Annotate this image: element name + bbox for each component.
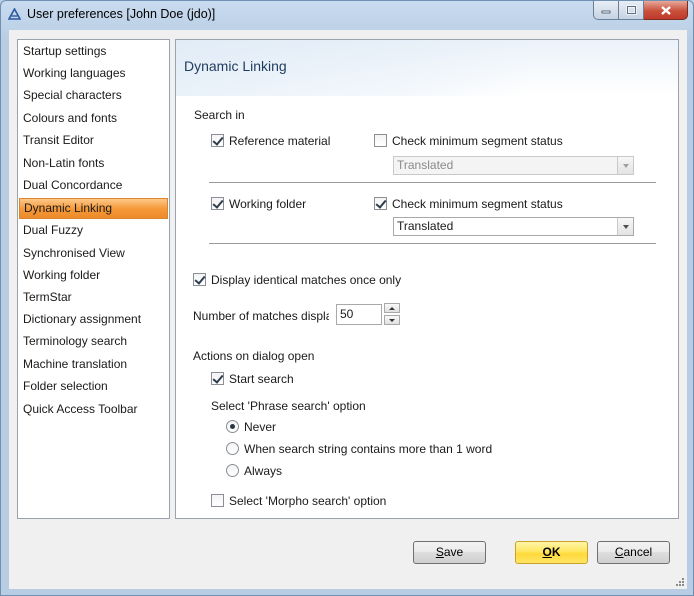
close-button[interactable]: [644, 1, 688, 20]
settings-panel: Dynamic Linking Search in Reference mate…: [175, 39, 679, 519]
sidebar-item-termstar[interactable]: TermStar: [19, 287, 168, 308]
sidebar-item-dynamic-linking[interactable]: Dynamic Linking: [19, 198, 168, 219]
phrase-never-label: Never: [244, 420, 277, 434]
actions-on-open-label: Actions on dialog open: [193, 349, 315, 363]
ok-mnemonic: O: [542, 545, 552, 559]
working-folder-checkbox[interactable]: [211, 197, 224, 210]
sidebar-item-special-characters[interactable]: Special characters: [19, 85, 168, 106]
ref-status-value: Translated: [397, 158, 454, 172]
save-label: ave: [443, 545, 464, 559]
working-folder-label: Working folder: [229, 197, 307, 211]
num-matches-input[interactable]: 50: [336, 304, 382, 325]
preferences-sidebar: Startup settings Working languages Speci…: [17, 39, 170, 519]
minimize-icon: [601, 10, 611, 14]
ref-check-min-status-checkbox[interactable]: [374, 134, 387, 147]
arrow-down-icon: [389, 318, 395, 322]
dialog-window: User preferences [John Doe (jdo)] Startu…: [0, 0, 694, 596]
morpho-search-label: Select 'Morpho search' option: [229, 494, 387, 508]
sidebar-item-startup-settings[interactable]: Startup settings: [19, 41, 168, 62]
wf-status-select[interactable]: Translated: [393, 217, 634, 236]
sidebar-item-dictionary-assignment[interactable]: Dictionary assignment: [19, 309, 168, 330]
dialog-client-area: Startup settings Working languages Speci…: [9, 30, 687, 589]
save-mnemonic: S: [435, 545, 444, 559]
page-title: Dynamic Linking: [184, 58, 287, 74]
phrase-always-radio[interactable]: [226, 464, 239, 477]
app-logo-icon: [8, 8, 21, 20]
arrow-up-icon: [389, 306, 395, 310]
ok-button[interactable]: OK: [515, 541, 588, 564]
start-search-checkbox[interactable]: [211, 372, 224, 385]
save-button[interactable]: Save: [413, 541, 486, 564]
cancel-label: ancel: [623, 545, 653, 559]
phrase-multiword-radio[interactable]: [226, 442, 239, 455]
divider: [209, 182, 656, 183]
ref-check-min-status-label: Check minimum segment status: [392, 134, 563, 148]
window-title: User preferences [John Doe (jdo)]: [27, 7, 216, 21]
sidebar-item-colours-and-fonts[interactable]: Colours and fonts: [19, 108, 168, 129]
title-bar[interactable]: User preferences [John Doe (jdo)]: [1, 1, 693, 29]
start-search-label: Start search: [229, 372, 294, 386]
resize-grip-icon[interactable]: [675, 577, 685, 587]
minimize-button[interactable]: [593, 1, 619, 20]
wf-check-min-status-label: Check minimum segment status: [392, 197, 563, 211]
wf-status-value: Translated: [397, 219, 454, 233]
reference-material-checkbox[interactable]: [211, 134, 224, 147]
phrase-search-label: Select 'Phrase search' option: [211, 399, 366, 413]
num-matches-label: Number of matches displayed: [193, 309, 329, 323]
cancel-button[interactable]: Cancel: [597, 541, 670, 564]
sidebar-item-dual-concordance[interactable]: Dual Concordance: [19, 175, 168, 196]
maximize-button[interactable]: [619, 1, 644, 20]
ref-status-select[interactable]: Translated: [393, 156, 634, 175]
close-icon: [660, 5, 671, 15]
phrase-multiword-label: When search string contains more than 1 …: [244, 442, 493, 456]
ok-label: K: [551, 545, 561, 559]
sidebar-item-synchronised-view[interactable]: Synchronised View: [19, 243, 168, 264]
spin-down-button[interactable]: [384, 315, 400, 325]
sidebar-item-transit-editor[interactable]: Transit Editor: [19, 130, 168, 151]
chevron-down-icon: [617, 218, 633, 235]
wf-check-min-status-checkbox[interactable]: [374, 197, 387, 210]
sidebar-item-non-latin-fonts[interactable]: Non-Latin fonts: [19, 153, 168, 174]
sidebar-item-terminology-search[interactable]: Terminology search: [19, 331, 168, 352]
display-identical-checkbox[interactable]: [193, 273, 206, 286]
chevron-down-icon: [617, 157, 633, 174]
divider: [209, 243, 656, 244]
reference-material-label: Reference material: [229, 134, 331, 148]
sidebar-item-dual-fuzzy[interactable]: Dual Fuzzy: [19, 220, 168, 241]
sidebar-item-machine-translation[interactable]: Machine translation: [19, 354, 168, 375]
spin-up-button[interactable]: [384, 303, 400, 313]
phrase-always-label: Always: [244, 464, 283, 478]
sidebar-item-quick-access-toolbar[interactable]: Quick Access Toolbar: [19, 399, 168, 420]
sidebar-item-folder-selection[interactable]: Folder selection: [19, 376, 168, 397]
sidebar-item-working-folder[interactable]: Working folder: [19, 265, 168, 286]
maximize-icon: [625, 5, 637, 15]
sidebar-item-working-languages[interactable]: Working languages: [19, 63, 168, 84]
morpho-search-checkbox[interactable]: [211, 494, 224, 507]
display-identical-label: Display identical matches once only: [211, 273, 402, 287]
phrase-never-radio[interactable]: [226, 420, 239, 433]
search-in-label: Search in: [194, 108, 245, 122]
